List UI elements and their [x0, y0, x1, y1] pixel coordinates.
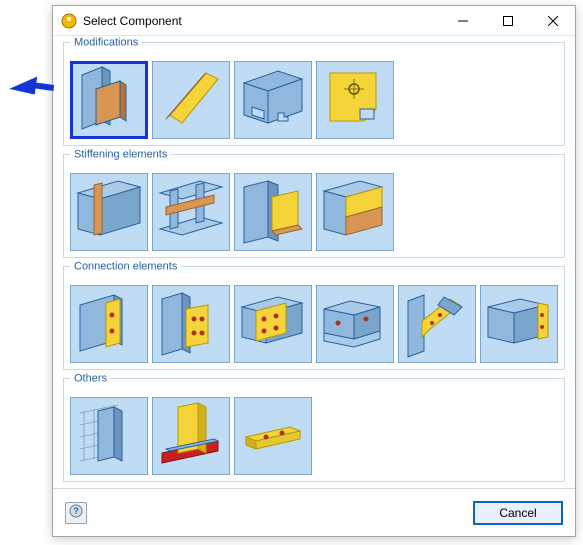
component-cleat[interactable]: [316, 285, 394, 363]
component-anchor[interactable]: [234, 397, 312, 475]
dialog-footer: ? Cancel: [53, 488, 575, 536]
others-items: [70, 397, 558, 475]
component-widener[interactable]: [316, 173, 394, 251]
group-title-modifications: Modifications: [70, 37, 142, 49]
group-title-connection: Connection elements: [70, 261, 181, 273]
app-icon: [61, 13, 77, 29]
help-button[interactable]: ?: [65, 502, 87, 524]
component-stiffener[interactable]: [70, 173, 148, 251]
component-grid[interactable]: [70, 397, 148, 475]
component-base-plate[interactable]: [152, 397, 230, 475]
component-bolt-hole[interactable]: [316, 61, 394, 139]
select-component-dialog: Select Component Modifications: [52, 5, 576, 537]
group-title-stiffening: Stiffening elements: [70, 149, 171, 161]
component-end-plate[interactable]: [70, 285, 148, 363]
component-fin-plate[interactable]: [152, 285, 230, 363]
connection-items: [70, 285, 558, 363]
component-plate-cut[interactable]: [152, 61, 230, 139]
component-shortening[interactable]: [70, 61, 148, 139]
titlebar: Select Component: [53, 6, 575, 36]
cancel-button-label: Cancel: [499, 506, 536, 520]
component-splice-plate[interactable]: [234, 285, 312, 363]
minimize-button[interactable]: [440, 6, 485, 35]
group-title-others: Others: [70, 373, 111, 385]
stiffening-items: [70, 173, 558, 251]
callout-arrow: [8, 70, 54, 100]
group-connection: Connection elements: [63, 266, 565, 370]
cancel-button[interactable]: Cancel: [473, 501, 563, 525]
component-connecting-plate[interactable]: [480, 285, 558, 363]
group-others: Others: [63, 378, 565, 482]
group-modifications: Modifications: [63, 42, 565, 146]
dialog-content: Modifications: [53, 36, 575, 488]
svg-text:?: ?: [73, 506, 79, 516]
window-title: Select Component: [83, 14, 440, 28]
component-opening[interactable]: [234, 61, 312, 139]
component-gusset[interactable]: [398, 285, 476, 363]
component-rib[interactable]: [234, 173, 312, 251]
modifications-items: [70, 61, 558, 139]
maximize-button[interactable]: [485, 6, 530, 35]
help-icon: ?: [69, 504, 83, 521]
component-double-stiffener[interactable]: [152, 173, 230, 251]
close-button[interactable]: [530, 6, 575, 35]
group-stiffening: Stiffening elements: [63, 154, 565, 258]
